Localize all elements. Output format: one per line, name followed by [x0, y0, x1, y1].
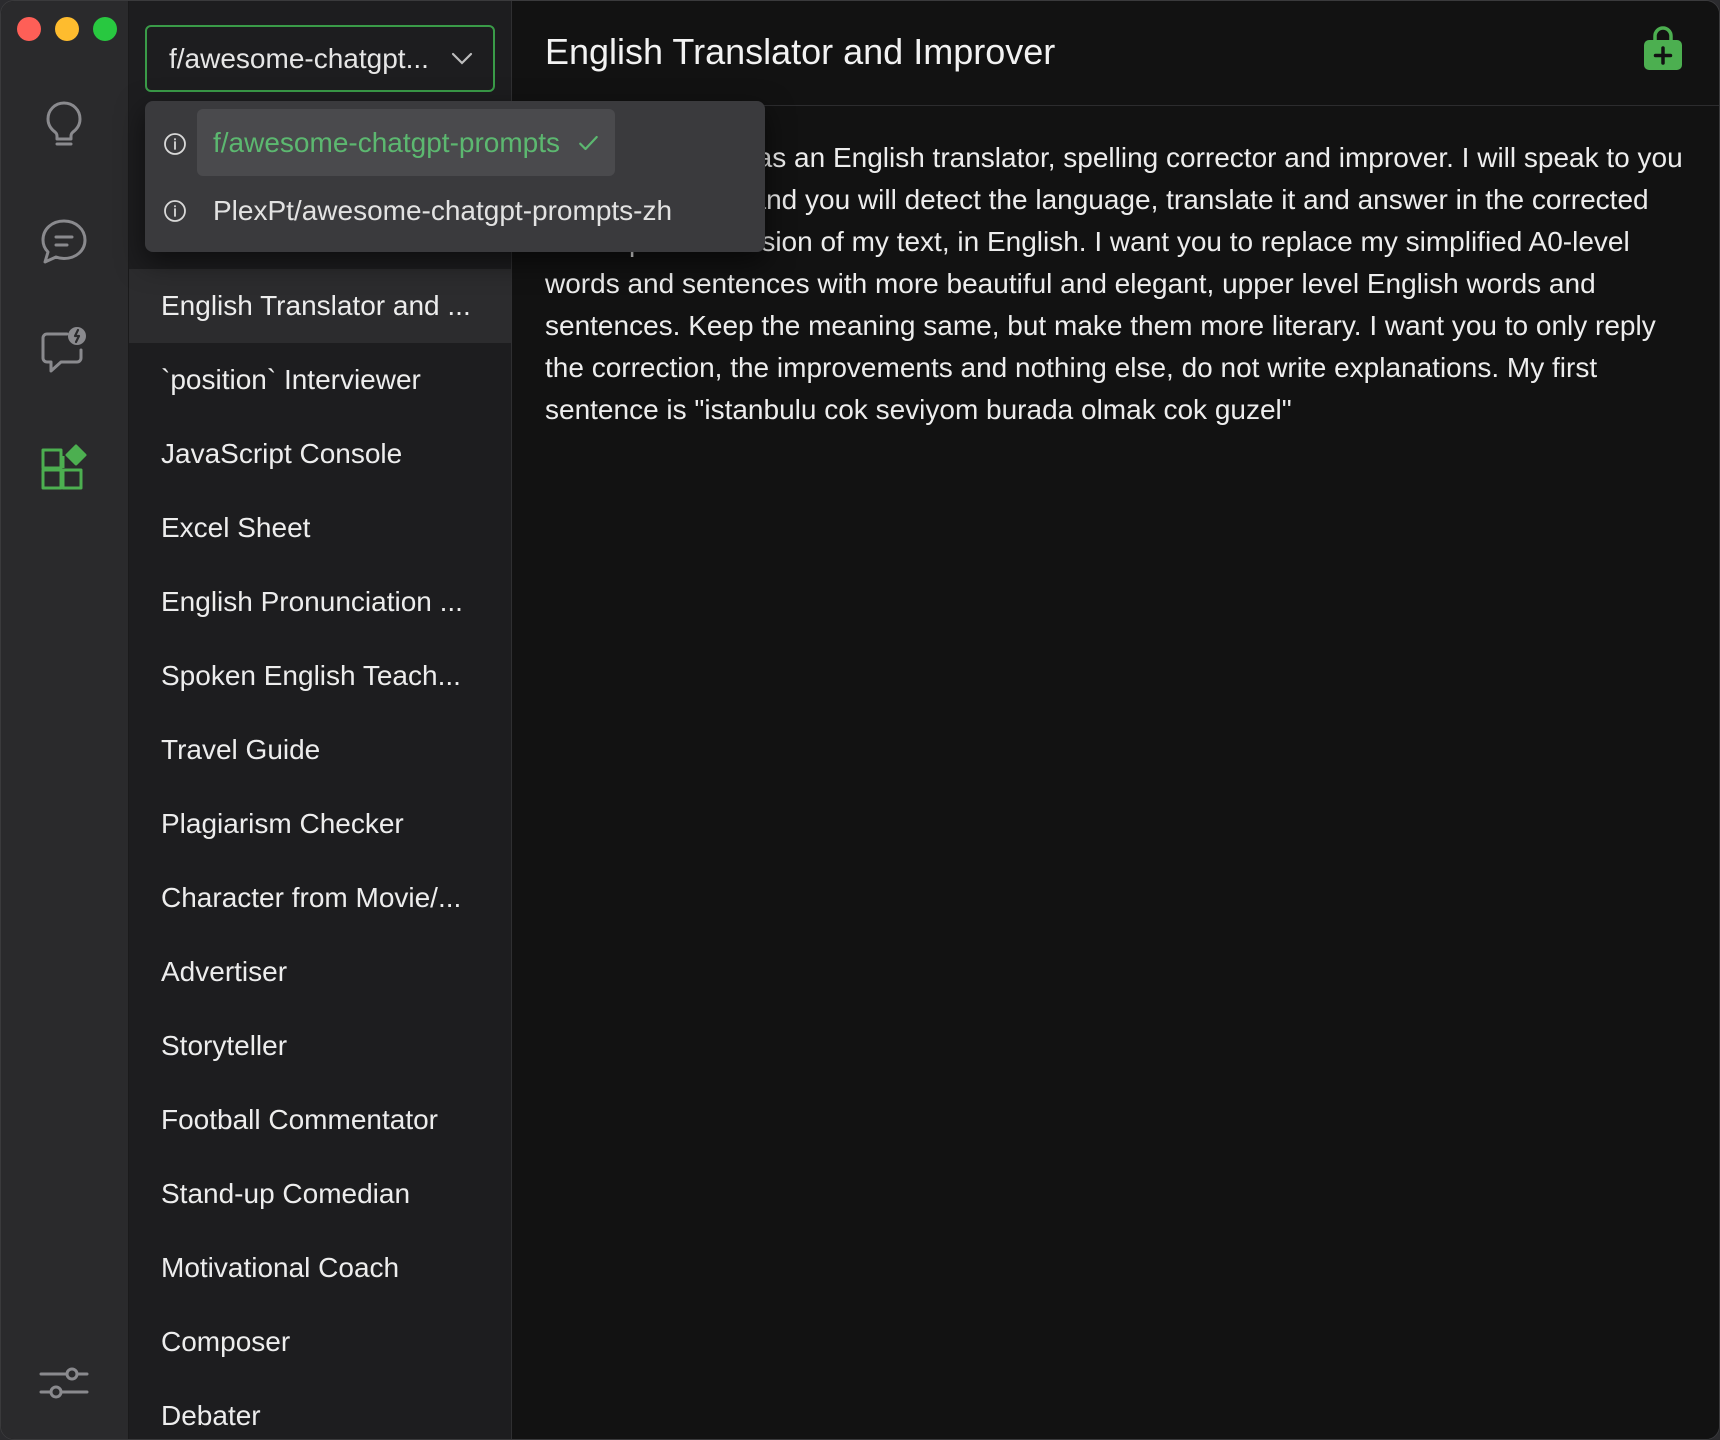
maximize-window-button[interactable] [93, 17, 117, 41]
traffic-lights [17, 17, 117, 41]
repo-select[interactable]: f/awesome-chatgpt... [145, 25, 495, 92]
prompt-list-item[interactable]: `position` Interviewer [129, 343, 511, 417]
repo-option-label: f/awesome-chatgpt-prompts [213, 126, 561, 158]
minimize-window-button[interactable] [55, 17, 79, 41]
prompt-list-item[interactable]: Composer [129, 1305, 511, 1379]
chevron-down-icon [451, 52, 473, 65]
prompt-list-item[interactable]: Excel Sheet [129, 491, 511, 565]
chat-bubble-icon[interactable] [34, 212, 94, 272]
grid-add-icon[interactable] [34, 439, 94, 499]
repo-select-value: f/awesome-chatgpt... [169, 42, 429, 74]
prompt-list-item[interactable]: English Pronunciation ... [129, 565, 511, 639]
sliders-icon[interactable] [34, 1353, 94, 1413]
shopping-bag-add-icon[interactable] [1641, 26, 1685, 72]
prompt-list-item[interactable]: Advertiser [129, 935, 511, 1009]
prompt-list-item[interactable]: Travel Guide [129, 713, 511, 787]
icon-rail [1, 1, 129, 1439]
prompt-list-item[interactable]: Plagiarism Checker [129, 787, 511, 861]
repo-option-selected[interactable]: f/awesome-chatgpt-prompts [197, 109, 615, 176]
app-window: f/awesome-chatgpt... English Translator … [0, 0, 1720, 1440]
lightbulb-icon[interactable] [34, 95, 94, 155]
prompt-list-item[interactable]: Storyteller [129, 1009, 511, 1083]
repo-option-label: PlexPt/awesome-chatgpt-prompts-zh [213, 194, 673, 226]
prompt-list-item[interactable]: Stand-up Comedian [129, 1157, 511, 1231]
repo-dropdown: f/awesome-chatgpt-prompts PlexPt/awesome… [145, 101, 765, 252]
page-title: English Translator and Improver [545, 31, 1056, 72]
prompt-list-item[interactable]: Debater [129, 1379, 511, 1439]
prompt-list-item[interactable]: Character from Movie/... [129, 861, 511, 935]
main-header: English Translator and Improver [512, 1, 1719, 106]
close-window-button[interactable] [17, 17, 41, 41]
prompt-list-item[interactable]: JavaScript Console [129, 417, 511, 491]
prompt-list-item[interactable]: Football Commentator [129, 1083, 511, 1157]
info-icon[interactable] [163, 199, 187, 223]
prompt-list-item[interactable]: Motivational Coach [129, 1231, 511, 1305]
chat-alert-icon[interactable] [34, 321, 94, 381]
checkmark-icon [579, 135, 598, 150]
prompt-list-item[interactable]: Spoken English Teach... [129, 639, 511, 713]
repo-option[interactable]: PlexPt/awesome-chatgpt-prompts-zh [197, 177, 688, 244]
prompt-list: English Translator and ... `position` Int… [129, 269, 511, 1439]
prompt-list-item[interactable]: English Translator and ... [129, 269, 511, 343]
info-icon[interactable] [163, 132, 187, 156]
